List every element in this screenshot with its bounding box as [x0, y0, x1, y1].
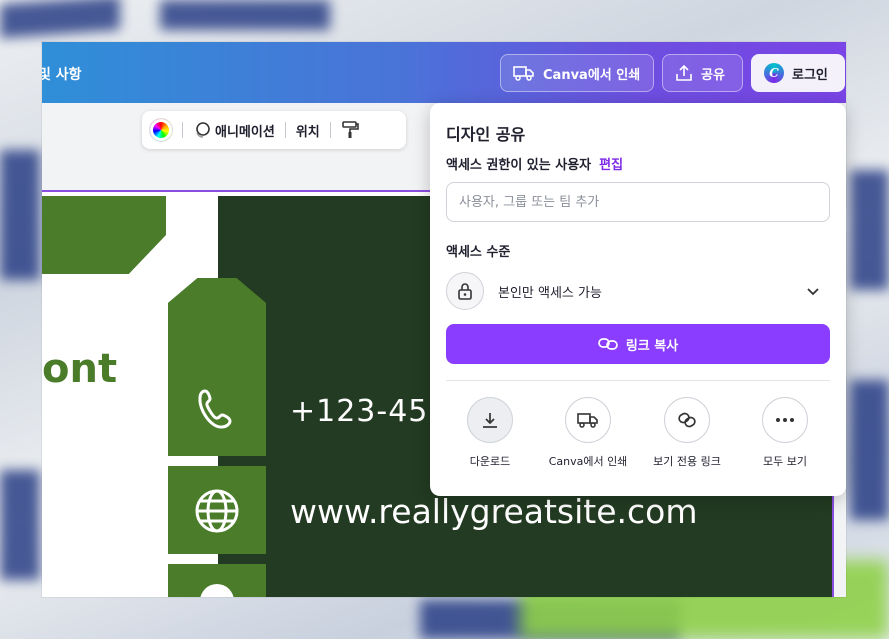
download-label: 다운로드 — [469, 455, 511, 468]
lock-icon — [458, 283, 472, 300]
animate-icon[interactable] — [193, 121, 211, 139]
link-icon — [597, 338, 618, 350]
paint-roller-icon[interactable] — [341, 120, 359, 140]
more-icon-wrapper — [762, 397, 808, 443]
print-button-label: Canva에서 인쇄 — [543, 67, 641, 83]
download-icon-wrapper — [467, 397, 513, 443]
chevron-down-icon — [807, 288, 819, 296]
color-picker-icon[interactable] — [150, 119, 172, 141]
background-stripe — [0, 0, 120, 39]
background-stripe — [160, 0, 330, 30]
edit-link[interactable]: 편집 — [599, 158, 623, 173]
access-level-select[interactable]: 본인만 액세스 가능 — [446, 271, 830, 311]
download-action[interactable]: 다운로드 — [440, 397, 540, 469]
print-button[interactable]: Canva에서 인쇄 — [500, 54, 654, 92]
design-shape — [42, 196, 166, 274]
phone-icon — [198, 389, 232, 429]
toolbar-divider — [329, 122, 331, 138]
link-icon — [678, 412, 696, 428]
topbar-title[interactable]: 및 사항 — [42, 64, 82, 84]
design-heading-text[interactable]: ont — [42, 346, 117, 392]
add-people-input[interactable] — [446, 182, 830, 222]
share-upload-icon — [676, 64, 692, 81]
design-website-text[interactable]: www.reallygreatsite.com — [290, 492, 698, 531]
popup-title: 디자인 공유 — [446, 125, 526, 144]
see-all-action[interactable]: 모두 보기 — [735, 397, 835, 469]
access-level-label: 액세스 수준 — [446, 245, 511, 260]
background-stripe — [0, 150, 40, 280]
access-users-row: 액세스 권한이 있는 사용자 편집 — [446, 154, 623, 173]
access-level-value: 본인만 액세스 가능 — [498, 285, 602, 301]
background-stripe — [0, 470, 40, 580]
lock-icon-wrapper — [446, 272, 484, 310]
more-icon — [776, 418, 794, 422]
login-button-label: 로그인 — [792, 67, 828, 83]
login-button[interactable]: C 로그인 — [751, 54, 845, 92]
print-action[interactable]: Canva에서 인쇄 — [538, 397, 638, 469]
background-stripe — [850, 170, 889, 290]
canva-logo-icon: C — [764, 63, 784, 83]
position-button[interactable]: 위치 — [296, 121, 320, 140]
toolbar-divider — [182, 122, 183, 138]
copy-link-label: 링크 복사 — [625, 338, 679, 354]
animate-button[interactable]: 애니메이션 — [215, 121, 275, 140]
view-only-link-label: 보기 전용 링크 — [653, 455, 721, 468]
top-bar: 및 사항 Canva에서 인쇄 공유 C 로그인 — [42, 42, 846, 103]
truck-icon — [513, 66, 534, 81]
share-button[interactable]: 공유 — [662, 54, 743, 92]
access-users-label: 액세스 권한이 있는 사용자 — [446, 158, 592, 173]
design-phone-text[interactable]: +123-456 — [290, 394, 448, 429]
copy-link-button[interactable]: 링크 복사 — [446, 324, 830, 364]
see-all-label: 모두 보기 — [763, 455, 807, 468]
share-design-popup: 디자인 공유 액세스 권한이 있는 사용자 편집 액세스 수준 본인만 액세스 가… — [430, 103, 846, 496]
background-stripe — [850, 380, 889, 520]
download-icon — [483, 413, 497, 428]
popup-divider — [446, 380, 830, 381]
toolbar-divider — [284, 122, 286, 138]
globe-icon — [195, 489, 239, 533]
link-icon-wrapper — [664, 397, 710, 443]
element-toolbar: 애니메이션 위치 — [142, 111, 406, 149]
view-only-link-action[interactable]: 보기 전용 링크 — [637, 397, 737, 469]
truck-icon — [577, 413, 598, 428]
print-label: Canva에서 인쇄 — [548, 455, 628, 468]
share-button-label: 공유 — [701, 67, 725, 83]
truck-icon-wrapper — [565, 397, 611, 443]
